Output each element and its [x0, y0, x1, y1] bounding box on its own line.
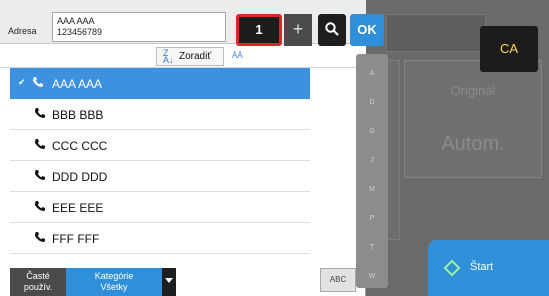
original-mode-label: Originál [450, 83, 496, 98]
index-letter[interactable]: P [356, 215, 388, 222]
contact-row[interactable]: EEE EEE [10, 192, 310, 223]
contact-row[interactable]: FFF FFF [10, 223, 310, 254]
alphabet-index[interactable]: A D G J M P T W [356, 54, 388, 288]
start-label: Štart [470, 261, 494, 273]
check-icon: ✔ [18, 77, 26, 87]
phone-icon [35, 139, 45, 149]
contact-name: AAA AAA [52, 77, 103, 91]
contact-name: CCC CCC [52, 139, 108, 153]
phone-icon [35, 201, 45, 211]
phone-icon [33, 77, 43, 87]
sort-button[interactable]: Z A↓ Zoradiť [156, 47, 224, 66]
index-letter[interactable]: M [356, 186, 388, 193]
original-mode-box: Originál Autom. [404, 60, 542, 178]
tab-frequent-line-2: použív. [23, 282, 53, 292]
index-letter[interactable]: T [356, 244, 388, 251]
view-toggle-icon[interactable]: ĀĀ [232, 51, 243, 60]
start-button[interactable]: Štart [428, 240, 549, 296]
tab-frequently-used[interactable]: Časté použív. [10, 268, 66, 296]
address-line-1: AAA AAA [57, 16, 95, 26]
address-line-2: 123456789 [57, 27, 103, 37]
add-address-button[interactable]: + [284, 14, 312, 46]
index-letter[interactable]: A [356, 70, 388, 77]
category-dropdown-button[interactable] [162, 268, 176, 296]
contact-row[interactable]: BBB BBB [10, 99, 310, 130]
contact-name: FFF FFF [52, 232, 100, 246]
ok-button[interactable]: OK [350, 14, 384, 46]
phone-icon [35, 108, 45, 118]
tab-frequent-line-1: Časté [26, 271, 50, 281]
sort-row: Z A↓ Zoradiť ĀĀ [0, 44, 366, 68]
background-tabs [386, 14, 486, 52]
contact-name: EEE EEE [52, 201, 104, 215]
search-icon [325, 22, 339, 36]
phone-icon [35, 232, 45, 242]
index-letter[interactable]: G [356, 128, 388, 135]
tab-category-line-1: Kategórie [94, 271, 134, 281]
index-letter[interactable]: D [356, 99, 388, 106]
address-label: Adresa [8, 26, 37, 36]
index-letter[interactable]: J [356, 157, 388, 164]
sort-label: Zoradiť [179, 51, 212, 62]
contact-row[interactable]: DDD DDD [10, 161, 310, 192]
phone-icon [35, 170, 45, 180]
contact-row[interactable]: CCC CCC [10, 130, 310, 161]
contact-row[interactable]: ✔ AAA AAA [10, 68, 310, 99]
contact-name: BBB BBB [52, 108, 104, 122]
clear-all-button[interactable]: CA [480, 26, 538, 72]
contact-name: DDD DDD [52, 170, 108, 184]
chevron-down-icon [165, 278, 173, 283]
sort-icon: Z A↓ [163, 48, 174, 65]
abc-index-button[interactable]: ABC [320, 268, 356, 292]
tab-category-line-2: Všetky [100, 282, 128, 292]
address-count-value: 1 [255, 22, 263, 37]
tab-category[interactable]: Kategórie Všetky [66, 268, 162, 296]
original-mode-value: Autom. [441, 133, 505, 155]
address-count-button[interactable]: 1 [236, 14, 282, 46]
index-letter[interactable]: W [356, 273, 388, 280]
search-button[interactable] [318, 14, 346, 46]
start-icon [443, 259, 461, 277]
address-field[interactable]: AAA AAA 123456789 [52, 12, 226, 42]
